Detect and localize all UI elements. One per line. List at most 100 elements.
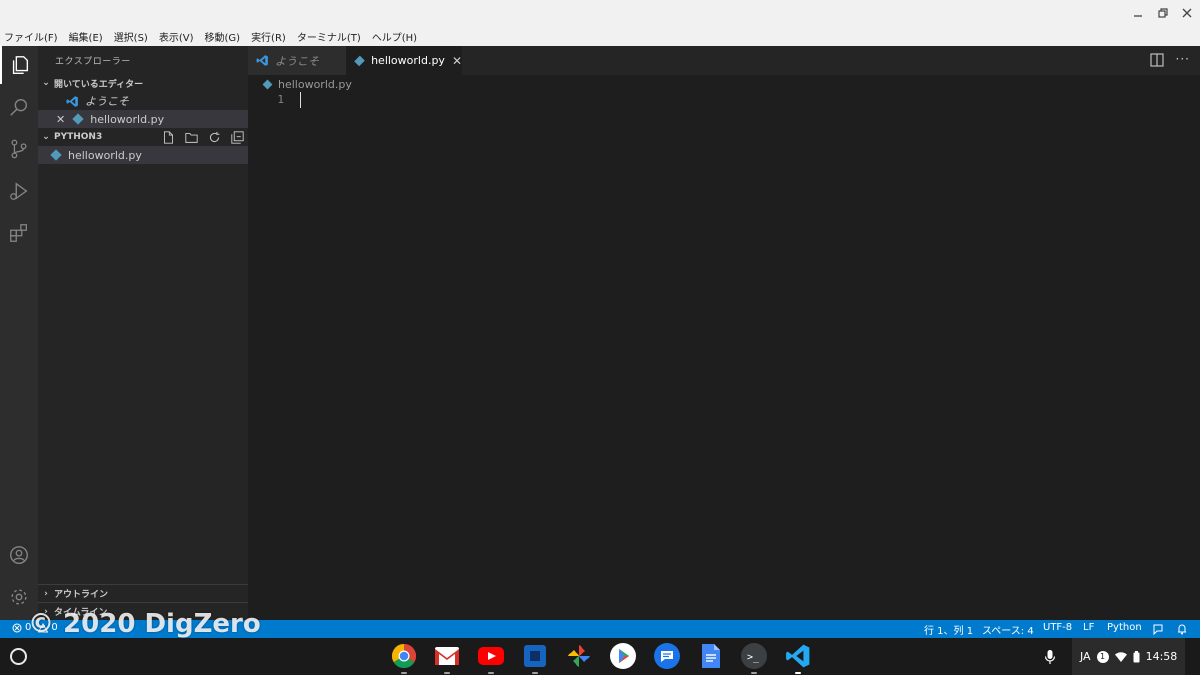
- run-debug-icon: [10, 182, 28, 200]
- copyright-watermark: © 2020 DigZero: [28, 609, 261, 639]
- menu-view[interactable]: 表示(V): [159, 29, 194, 44]
- outline-label: アウトライン: [54, 590, 109, 600]
- blue-square-app[interactable]: [521, 642, 549, 674]
- open-editors-label: 開いているエディター: [54, 79, 144, 90]
- refresh-icon[interactable]: [208, 131, 221, 144]
- language-status[interactable]: Python: [1107, 622, 1142, 633]
- python-file-icon: [72, 113, 84, 125]
- youtube-icon: [478, 647, 504, 665]
- vscode-icon: [256, 55, 268, 66]
- messages-icon: [654, 643, 680, 669]
- eol-status[interactable]: LF: [1083, 622, 1094, 633]
- menu-edit[interactable]: 編集(E): [69, 29, 103, 44]
- clock: 14:58: [1145, 650, 1178, 663]
- account-icon: [10, 546, 28, 564]
- extensions-icon: [10, 224, 27, 242]
- file-item-helloworld[interactable]: helloworld.py: [38, 146, 248, 164]
- vscode-app[interactable]: [784, 642, 812, 674]
- split-editor-icon[interactable]: [1150, 53, 1164, 67]
- cursor-position-status[interactable]: 行 1、列 1: [924, 622, 973, 637]
- chevron-down-icon: ⌄: [42, 132, 50, 142]
- menu-selection[interactable]: 選択(S): [114, 29, 148, 44]
- chrome-app[interactable]: [390, 642, 418, 674]
- extensions-activity[interactable]: [0, 214, 38, 252]
- running-indicator: [532, 672, 538, 674]
- menu-file[interactable]: ファイル(F): [4, 29, 58, 44]
- accounts-activity[interactable]: [0, 536, 38, 574]
- running-indicator: [795, 672, 801, 674]
- error-icon: [12, 623, 22, 632]
- feedback-icon[interactable]: [1152, 623, 1164, 635]
- menu-terminal[interactable]: ターミナル(T): [297, 29, 361, 44]
- breadcrumb-file: helloworld.py: [278, 77, 352, 91]
- menu-run[interactable]: 実行(R): [251, 29, 286, 44]
- outline-header[interactable]: › アウトライン: [38, 584, 248, 602]
- tab-welcome[interactable]: ようこそ: [248, 46, 346, 75]
- folder-header[interactable]: ⌄ PYTHON3: [38, 128, 248, 146]
- running-indicator: [751, 672, 757, 674]
- menu-help[interactable]: ヘルプ(H): [372, 29, 417, 44]
- notification-badge: 1: [1096, 650, 1109, 663]
- terminal-icon: >_: [741, 643, 767, 669]
- ime-indicator: JA: [1080, 650, 1091, 663]
- bell-icon[interactable]: [1176, 623, 1188, 635]
- tab-label: helloworld.py: [371, 54, 445, 67]
- wifi-icon: [1114, 651, 1127, 662]
- terminal-app[interactable]: >_: [740, 642, 768, 674]
- close-icon: [1182, 8, 1192, 18]
- run-debug-activity[interactable]: [0, 172, 38, 210]
- new-file-icon[interactable]: [162, 131, 175, 144]
- collapse-all-icon[interactable]: [231, 131, 244, 144]
- launcher-button[interactable]: [10, 648, 27, 665]
- pinwheel-icon: [568, 645, 590, 667]
- menu-go[interactable]: 移動(G): [205, 29, 241, 44]
- editor-tabbar: ようこそ helloworld.py ✕ ···: [248, 46, 1200, 75]
- search-icon: [10, 98, 28, 116]
- chevron-right-icon: ›: [44, 588, 48, 599]
- gear-icon: [11, 589, 27, 605]
- new-folder-icon[interactable]: [185, 131, 198, 144]
- play-store-app[interactable]: [609, 642, 637, 670]
- gmail-app[interactable]: [433, 642, 461, 674]
- docs-app[interactable]: [697, 642, 725, 670]
- open-editors-header[interactable]: ⌄ 開いているエディター: [38, 74, 248, 92]
- close-window-button[interactable]: [1175, 3, 1199, 23]
- mic-button[interactable]: [1044, 638, 1056, 675]
- file-label: helloworld.py: [68, 148, 142, 162]
- close-icon[interactable]: ✕: [56, 113, 65, 126]
- source-control-activity[interactable]: [0, 130, 38, 168]
- vscode-icon: [66, 95, 78, 107]
- photos-app[interactable]: [565, 642, 593, 670]
- encoding-status[interactable]: UTF-8: [1043, 622, 1072, 633]
- docs-icon: [702, 644, 720, 668]
- more-actions-icon[interactable]: ···: [1176, 52, 1190, 66]
- running-indicator: [444, 672, 450, 674]
- indentation-status[interactable]: スペース: 4: [982, 622, 1034, 637]
- minimize-button[interactable]: [1126, 3, 1150, 23]
- open-editor-item-welcome[interactable]: ようこそ: [38, 92, 248, 110]
- open-editor-item-helloworld[interactable]: ✕ helloworld.py: [38, 110, 248, 128]
- source-control-icon: [11, 139, 27, 159]
- open-editor-label: helloworld.py: [90, 112, 165, 126]
- sidebar-title: エクスプローラー: [55, 57, 131, 67]
- restore-icon: [1158, 8, 1168, 18]
- close-tab-icon[interactable]: ✕: [452, 54, 462, 68]
- tab-helloworld[interactable]: helloworld.py ✕: [346, 46, 462, 75]
- minimize-icon: [1134, 15, 1142, 17]
- search-activity[interactable]: [0, 88, 38, 126]
- running-indicator: [488, 672, 494, 674]
- restore-button[interactable]: [1151, 3, 1175, 23]
- explorer-sidebar: エクスプローラー ⌄ 開いているエディター ようこそ ✕ helloworld.…: [38, 46, 248, 620]
- files-icon: [12, 56, 29, 74]
- messages-app[interactable]: [653, 642, 681, 670]
- gmail-icon: [435, 647, 459, 665]
- explorer-activity[interactable]: [0, 46, 38, 84]
- system-tray[interactable]: JA 1 14:58: [1072, 638, 1186, 675]
- python-file-icon: [262, 79, 273, 89]
- chevron-down-icon: ⌄: [42, 78, 50, 88]
- code-editor[interactable]: [290, 92, 1180, 620]
- chrome-icon: [391, 644, 417, 669]
- play-store-icon: [610, 643, 636, 669]
- breadcrumb[interactable]: helloworld.py: [262, 76, 352, 92]
- youtube-app[interactable]: [477, 642, 505, 674]
